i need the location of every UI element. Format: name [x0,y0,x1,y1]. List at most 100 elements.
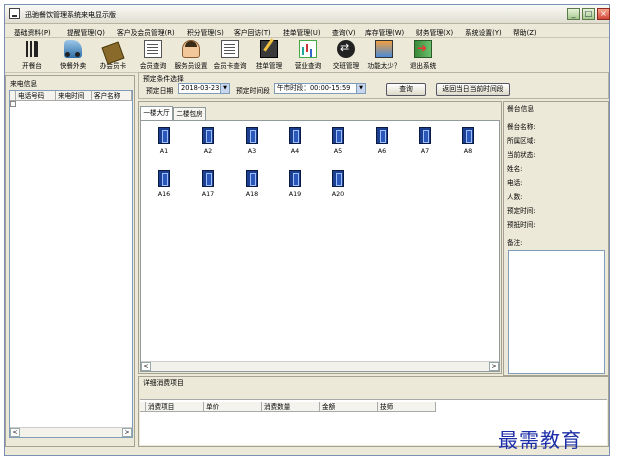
menu-customer-member[interactable]: 客户及会员管理(R) [117,27,175,37]
member-query-icon [144,40,162,58]
table-a7[interactable]: A7 [415,127,435,159]
row-marker [10,101,16,107]
column-phone[interactable]: 电话号码 [16,91,56,101]
field-table-name: 餐台名称: [507,123,536,131]
column-unit-price[interactable]: 单价 [204,402,262,412]
column-amount[interactable]: 金额 [320,402,378,412]
period-label: 预定时间段 [236,87,270,95]
menu-finance[interactable]: 财务管理(X) [416,27,453,37]
table-icon [202,127,214,144]
scroll-right-icon[interactable]: > [489,362,499,371]
toolbar-waiter-settings[interactable]: 服务员设置 [171,40,211,72]
minimize-button[interactable]: _ [567,8,580,20]
call-info-grid[interactable]: 电话号码 来电时间 客户名称 < > [9,90,133,438]
chevron-down-icon[interactable]: ▼ [356,84,365,93]
close-button[interactable]: × [597,8,610,20]
menu-inventory[interactable]: 库存管理(W) [365,27,404,37]
app-icon [9,8,20,19]
horizontal-scrollbar[interactable]: < > [141,361,499,371]
toolbar-business-query[interactable]: 营业查询 [292,40,324,72]
toolbar-label: 会员查询 [139,62,167,70]
table-a5[interactable]: A5 [328,127,348,159]
scroll-left-icon[interactable]: < [10,428,20,437]
menu-basic-data[interactable]: 基础资料(P) [14,27,51,37]
return-current-period-button[interactable]: 返回当日当前时间段 [436,83,510,96]
toolbar-exit[interactable]: 退出系统 [407,40,439,72]
remark-textarea[interactable] [508,250,605,374]
menu-points[interactable]: 积分管理(S) [187,27,224,37]
table-a8[interactable]: A8 [458,127,478,159]
field-phone: 电话: [507,179,523,187]
toolbar-takeout[interactable]: 快餐外卖 [57,40,89,72]
scroll-left-icon[interactable]: < [141,362,151,371]
toolbar-label: 挂单管理 [255,62,283,70]
table-a18[interactable]: A18 [242,170,262,202]
table-a1[interactable]: A1 [154,127,174,159]
column-call-time[interactable]: 来电时间 [56,91,92,101]
table-label: A20 [331,190,345,198]
toolbar-label: 开餐台 [22,62,42,70]
field-reserve-time: 预定时间: [507,207,536,215]
menu-customer-visit[interactable]: 客户回访(T) [234,27,271,37]
toolbar-label: 会员卡查询 [213,62,247,70]
tab-second-floor-rooms[interactable]: 二楼包房 [173,107,206,120]
toolbar-member-card[interactable]: 办会员卡 [96,40,130,72]
menu-pending-orders[interactable]: 挂单管理(U) [283,27,320,37]
toolbar-card-query[interactable]: 会员卡查询 [211,40,249,72]
field-status: 当前状态: [507,151,536,159]
toolbar-shift-exchange[interactable]: 交班管理 [330,40,362,72]
toolbar-label: 交班管理 [332,62,360,70]
table-icon [462,127,474,144]
field-remark: 备注: [507,239,523,247]
toolbar-label: 退出系统 [409,62,437,70]
table-label: A3 [247,147,257,155]
maximize-button[interactable]: □ [582,8,595,20]
field-name: 姓名: [507,165,523,173]
window-title: 迅驰餐饮管理系统来电显示版 [25,11,116,19]
menu-settings[interactable]: 系统设置(Y) [465,27,502,37]
table-a20[interactable]: A20 [328,170,348,202]
field-area: 所属区域: [507,137,536,145]
table-icon [376,127,388,144]
toolbar-open-table[interactable]: 开餐台 [19,40,45,72]
table-icon [289,170,301,187]
column-quantity[interactable]: 消费数量 [262,402,320,412]
detail-title: 详细消费项目 [143,379,184,387]
tab-first-floor-hall[interactable]: 一楼大厅 [140,106,173,120]
table-a17[interactable]: A17 [198,170,218,202]
table-a4[interactable]: A4 [285,127,305,159]
table-label: A19 [288,190,302,198]
toolbar-more-functions[interactable]: 功能太少？ [365,40,403,72]
toolbar-label: 服务员设置 [174,62,208,70]
query-button[interactable]: 查询 [386,83,426,96]
menu-help[interactable]: 帮助(Z) [513,27,537,37]
column-customer-name[interactable]: 客户名称 [92,91,132,101]
scroll-right-icon[interactable]: > [122,428,132,437]
reservation-filter: 预定条件选择 预定日期 2018-03-23 ▼ 预定时间段 午市时段：00:0… [138,72,609,99]
table-label: A5 [333,147,343,155]
column-item[interactable]: 消费项目 [146,402,204,412]
table-a3[interactable]: A3 [242,127,262,159]
table-a6[interactable]: A6 [372,127,392,159]
table-a2[interactable]: A2 [198,127,218,159]
period-select[interactable]: 午市时段：00:00-15:59 ▼ [274,83,366,94]
table-label: A17 [201,190,215,198]
menu-reminder[interactable]: 提醒管理(Q) [67,27,105,37]
toolbar-pending-order[interactable]: 挂单管理 [253,40,285,72]
chevron-down-icon[interactable]: ▼ [220,84,229,93]
toolbar-member-query[interactable]: 会员查询 [138,40,168,72]
business-chart-icon [299,40,317,58]
table-label: A7 [420,147,430,155]
table-a19[interactable]: A19 [285,170,305,202]
menu-bar: 基础资料(P) 提醒管理(Q) 客户及会员管理(R) 积分管理(S) 客户回访(… [5,24,609,38]
horizontal-scrollbar[interactable]: < > [10,427,132,437]
table-icon [289,127,301,144]
table-label: A2 [203,147,213,155]
date-picker[interactable]: 2018-03-23 ▼ [178,83,230,94]
column-technician[interactable]: 技师 [378,402,436,412]
menu-query[interactable]: 查询(V) [332,27,356,37]
table-a16[interactable]: A16 [154,170,174,202]
motorbike-icon [64,40,82,58]
exit-door-icon [414,40,432,58]
call-info-title: 来电信息 [10,80,38,88]
